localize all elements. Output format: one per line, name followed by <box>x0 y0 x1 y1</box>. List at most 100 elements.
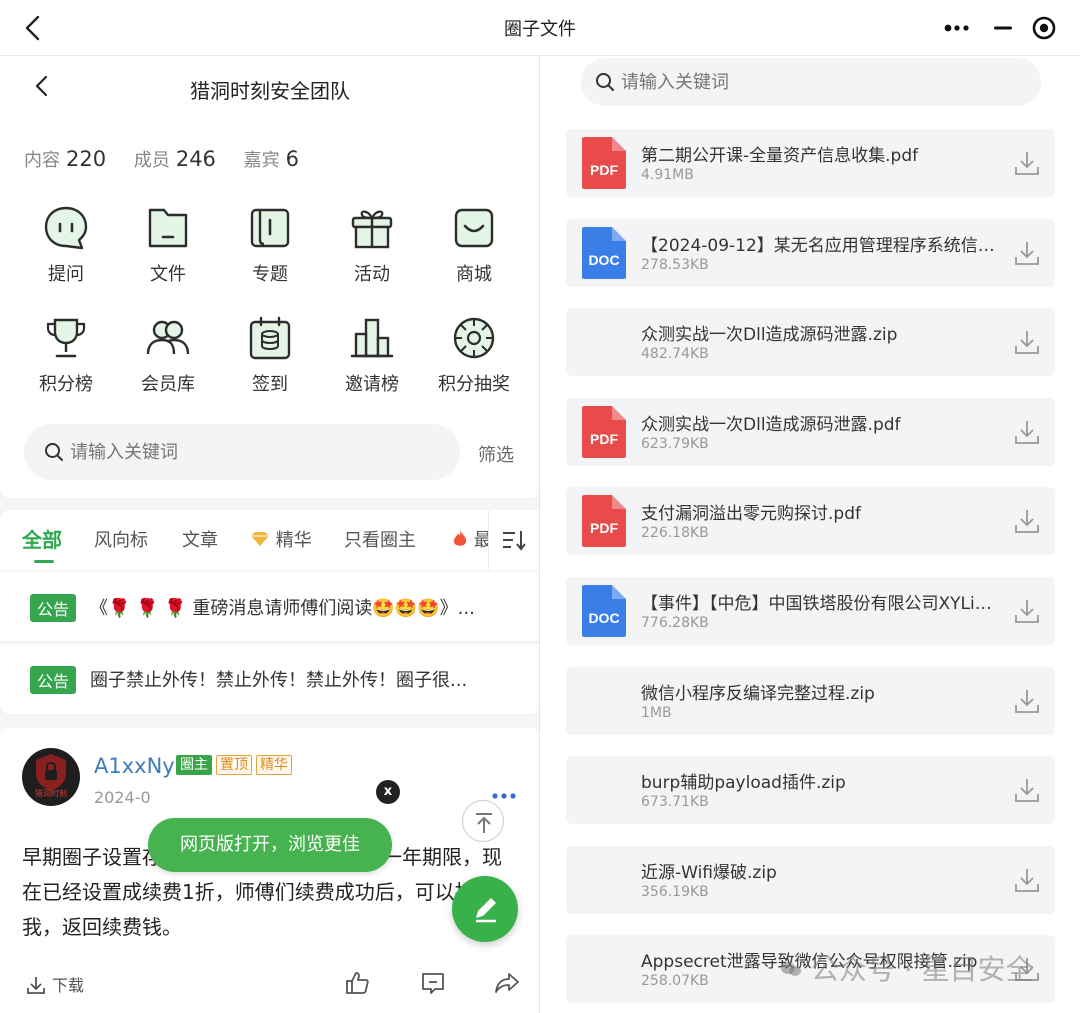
pdf-file-icon: PDF <box>580 493 628 549</box>
notice-item[interactable]: 公告 《🌹 🌹 🌹 重磅消息请师傅们阅读🤩🤩🤩》... <box>0 572 539 642</box>
grid-item-question[interactable]: 提问 <box>16 204 116 286</box>
file-item[interactable]: 微信小程序反编译完整过程.zip 1MB <box>566 666 1055 735</box>
toast-close-button[interactable]: x <box>376 780 400 804</box>
filter-button[interactable]: 筛选 <box>478 441 514 467</box>
download-button[interactable]: 下载 <box>26 972 84 996</box>
zip-file-icon <box>580 673 628 729</box>
file-name: 众测实战一次Dll造成源码泄露.pdf <box>641 414 901 435</box>
circle-info-card: 内容 220 成员 246 嘉宾 6 提问 文件 专题 活动 商城 积分榜 会员… <box>0 118 539 498</box>
tab-trend[interactable]: 风向标 <box>94 526 148 552</box>
author-name[interactable]: A1xxNy <box>94 754 175 778</box>
author-badges: 圈主 置顶 精华 <box>176 754 296 775</box>
compose-button[interactable] <box>452 876 518 942</box>
wechat-icon <box>781 962 801 976</box>
grid-label: 签到 <box>252 374 288 395</box>
svg-text:PDF: PDF <box>590 431 618 447</box>
like-icon[interactable] <box>344 970 370 996</box>
tab-hot[interactable]: 最 <box>452 526 492 552</box>
svg-text:DOC: DOC <box>588 252 619 268</box>
stat-value: 220 <box>66 147 107 171</box>
comment-icon[interactable] <box>420 970 446 996</box>
grid-item-files[interactable]: 文件 <box>118 204 218 286</box>
gift-icon <box>351 210 393 249</box>
grid-item-invite-rank[interactable]: 邀请榜 <box>322 314 422 396</box>
file-size: 356.19KB <box>641 883 709 900</box>
file-name: burp辅助payload插件.zip <box>641 773 846 794</box>
sort-icon <box>503 531 526 551</box>
book-icon <box>250 208 290 248</box>
file-size: 776.28KB <box>641 615 709 631</box>
file-item[interactable]: PDF 第二期公开课-全量资产信息收集.pdf 4.91MB <box>566 129 1055 197</box>
grid-item-checkin[interactable]: 签到 <box>220 314 320 396</box>
post-more-icon[interactable] <box>490 786 520 799</box>
download-icon[interactable] <box>1013 687 1041 715</box>
file-name: 支付漏洞溢出零元购探讨.pdf <box>641 504 861 525</box>
file-item[interactable]: 众测实战一次Dll造成源码泄露.zip 482.74KB <box>566 308 1055 377</box>
file-size: 278.53KB <box>641 256 709 273</box>
folder-icon <box>148 208 188 248</box>
file-list-panel: PDF 第二期公开课-全量资产信息收集.pdf4.91MB DOC 【2024-09-… <box>541 56 1080 1013</box>
arrow-up-icon <box>476 813 492 833</box>
avatar-text: 猎洞时刻 <box>35 789 67 798</box>
download-icon[interactable] <box>1013 507 1041 535</box>
download-icon[interactable] <box>1013 418 1041 446</box>
question-bubble-icon <box>44 206 88 250</box>
file-item[interactable]: DOC 【事件】【中危】中国铁塔股份有限公司XYLink系统 776.28KB <box>566 577 1055 645</box>
tab-owner-only[interactable]: 只看圈主 <box>344 526 416 552</box>
grid-item-topics[interactable]: 专题 <box>220 204 320 286</box>
download-icon[interactable] <box>1013 149 1041 177</box>
post-date: 2024-0 <box>94 788 151 807</box>
file-item[interactable]: burp辅助payload插件.zip 673.71KB <box>566 756 1055 825</box>
stat-label: 成员 <box>133 150 170 171</box>
download-icon[interactable] <box>1013 776 1041 804</box>
file-item[interactable]: DOC 【2024-09-12】某无名应用管理程序系统信息泄露漏洞278.53KB <box>566 218 1055 287</box>
grid-label: 活动 <box>354 264 390 285</box>
svg-text:PDF: PDF <box>590 162 618 178</box>
circle-header: 猎洞时刻安全团队 <box>0 56 539 118</box>
minimize-icon[interactable] <box>986 12 1026 44</box>
circle-search-box[interactable] <box>24 424 460 480</box>
grid-item-lottery[interactable]: 积分抽奖 <box>424 314 524 396</box>
grid-item-points-rank[interactable]: 积分榜 <box>16 314 116 396</box>
pinned-badge: 置顶 <box>216 755 252 775</box>
notice-text: 圈子禁止外传！禁止外传！禁止外传！圈子很... <box>90 670 468 691</box>
close-miniprogram-icon[interactable] <box>1028 12 1060 44</box>
doc-file-icon: DOC <box>580 225 628 281</box>
tab-essence[interactable]: 精华 <box>250 526 312 552</box>
sort-toggle[interactable] <box>488 510 539 570</box>
notice-item[interactable]: 公告 圈子禁止外传！禁止外传！禁止外传！圈子很... <box>0 644 539 714</box>
file-item[interactable]: PDF 支付漏洞溢出零元购探讨.pdf 226.18KB <box>566 487 1055 556</box>
circle-stats: 内容 220 成员 246 嘉宾 6 <box>24 146 321 172</box>
download-icon[interactable] <box>1013 328 1041 356</box>
file-item[interactable]: PDF 众测实战一次Dll造成源码泄露.pdf 623.79KB <box>566 397 1055 466</box>
download-icon[interactable] <box>1013 597 1041 625</box>
file-search-box[interactable] <box>581 58 1041 106</box>
grid-item-members[interactable]: 会员库 <box>118 314 218 396</box>
share-icon[interactable] <box>494 970 520 996</box>
download-icon[interactable] <box>1013 866 1041 894</box>
grid-item-events[interactable]: 活动 <box>322 204 422 286</box>
file-size: 623.79KB <box>641 435 709 452</box>
post-actions: 下载 <box>0 964 539 1004</box>
zip-file-icon <box>580 941 628 997</box>
tab-all[interactable]: 全部 <box>22 524 62 563</box>
download-icon[interactable] <box>1013 239 1041 267</box>
grid-label: 文件 <box>150 264 186 285</box>
file-item[interactable]: 近源-Wifi爆破.zip 356.19KB <box>566 845 1055 914</box>
lottery-wheel-icon <box>453 317 495 359</box>
grid-item-shop[interactable]: 商城 <box>424 204 524 286</box>
open-web-toast[interactable]: 网页版打开，浏览更佳 <box>148 818 392 872</box>
file-name: 众测实战一次Dll造成源码泄露.zip <box>641 325 898 346</box>
trophy-icon <box>46 318 86 358</box>
more-icon[interactable] <box>940 12 980 44</box>
tab-articles[interactable]: 文章 <box>182 526 218 552</box>
flame-icon <box>453 530 467 546</box>
file-name: 【2024-09-12】某无名应用管理程序系统信息泄露漏洞 <box>641 235 1001 256</box>
stat-label: 嘉宾 <box>243 150 280 171</box>
svg-text:PDF: PDF <box>590 520 618 536</box>
grid-label: 积分榜 <box>39 374 93 395</box>
circle-search-input[interactable] <box>70 438 440 466</box>
avatar[interactable]: 猎洞时刻 <box>22 748 80 806</box>
back-to-top-button[interactable] <box>462 800 504 842</box>
file-search-input[interactable] <box>621 68 1021 96</box>
